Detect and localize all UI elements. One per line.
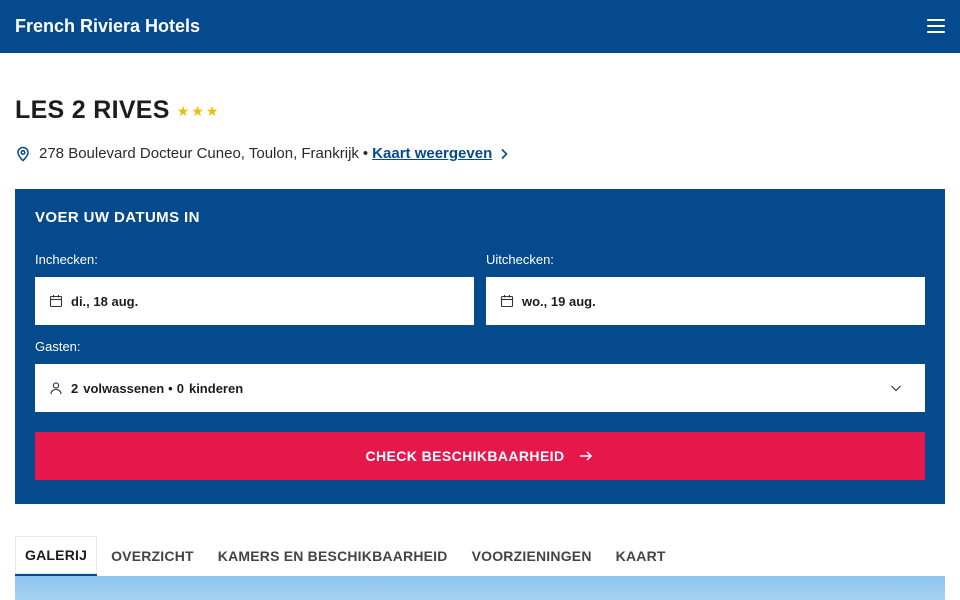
- star-icon: ★: [205, 102, 219, 119]
- check-availability-label: CHECK BESCHIKBAARHEID: [365, 448, 565, 464]
- hotel-address: 278 Boulevard Docteur Cuneo, Toulon, Fra…: [15, 145, 511, 162]
- tab-map[interactable]: KAART: [606, 536, 676, 576]
- checkin-label: Inchecken:: [35, 252, 98, 267]
- show-map-link[interactable]: Kaart weergeven: [372, 145, 492, 162]
- checkout-label: Uitchecken:: [486, 252, 554, 267]
- address-text: 278 Boulevard Docteur Cuneo, Toulon, Fra…: [39, 145, 359, 162]
- adults-label: volwassenen: [83, 380, 165, 396]
- checkin-date-field[interactable]: di., 18 aug.: [35, 277, 474, 325]
- chevron-down-icon[interactable]: [889, 381, 903, 395]
- gallery-image[interactable]: [15, 576, 945, 600]
- booking-form: VOER UW DATUMS IN Inchecken: di., 18 aug…: [15, 189, 945, 504]
- person-icon: [50, 382, 62, 395]
- checkout-date-field[interactable]: wo., 19 aug.: [486, 277, 925, 325]
- site-brand[interactable]: French Riviera Hotels: [15, 16, 200, 37]
- hotel-name: LES 2 RIVES: [15, 96, 170, 124]
- guests-select[interactable]: 2 volwassenen • 0 kinderen: [35, 364, 925, 412]
- tab-gallery[interactable]: GALERIJ: [15, 536, 98, 576]
- address-separator: •: [362, 145, 369, 162]
- checkout-date-value: wo., 19 aug.: [522, 293, 596, 309]
- star-rating: ★ ★ ★: [177, 104, 219, 118]
- arrow-right-icon: [580, 451, 593, 461]
- tab-rooms-availability[interactable]: KAMERS EN BESCHIKBAARHEID: [208, 536, 458, 576]
- checkin-date-value: di., 18 aug.: [71, 293, 139, 309]
- top-bar: French Riviera Hotels: [0, 0, 960, 53]
- guest-separator: •: [168, 380, 173, 396]
- children-label: kinderen: [188, 380, 244, 396]
- booking-title: VOER UW DATUMS IN: [35, 209, 200, 226]
- guests-label: Gasten:: [35, 339, 81, 354]
- calendar-icon: [500, 295, 514, 308]
- location-pin-icon: [17, 146, 29, 161]
- children-count: 0: [176, 380, 184, 396]
- check-availability-button[interactable]: CHECK BESCHIKBAARHEID: [35, 432, 925, 480]
- page-content: LES 2 RIVES ★ ★ ★ 278 Boulevard Docteur …: [0, 53, 960, 600]
- chevron-right-icon[interactable]: [497, 147, 511, 161]
- star-icon: ★: [176, 102, 190, 119]
- hotel-title-row: LES 2 RIVES ★ ★ ★: [15, 96, 218, 125]
- adults-count: 2: [71, 380, 79, 396]
- calendar-icon: [49, 295, 63, 308]
- tab-facilities[interactable]: VOORZIENINGEN: [462, 536, 602, 576]
- tab-overview[interactable]: OVERZICHT: [101, 536, 204, 576]
- star-icon: ★: [191, 102, 204, 119]
- hamburger-icon[interactable]: [927, 19, 945, 33]
- hotel-tabs: GALERIJ OVERZICHT KAMERS EN BESCHIKBAARH…: [15, 536, 680, 576]
